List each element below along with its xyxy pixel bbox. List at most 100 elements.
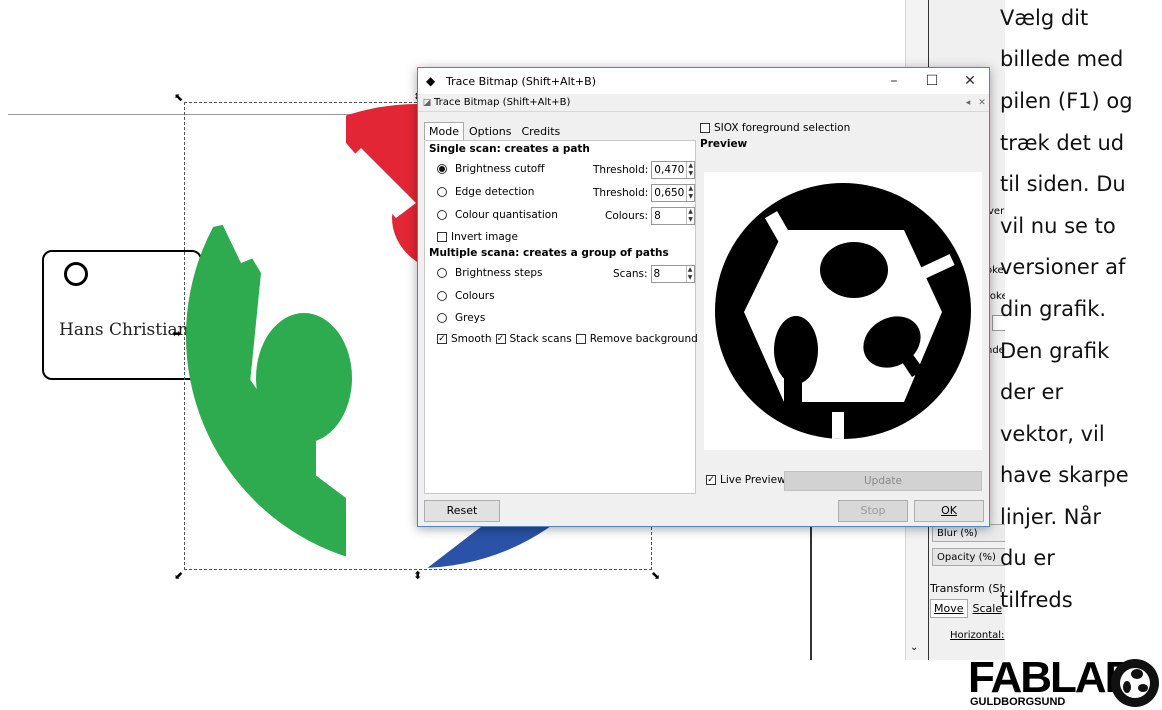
update-button[interactable]: Update xyxy=(784,471,982,491)
smooth-label: Smooth xyxy=(451,333,492,345)
threshold-2-value[interactable]: 0,650 xyxy=(652,187,686,199)
colours-control: Colours: 8 ▲ ▼ xyxy=(605,207,696,225)
instruction-line: pilen (F1) og xyxy=(1000,89,1133,113)
colours-option[interactable]: Colours xyxy=(437,290,495,302)
threshold-1-value[interactable]: 0,470 xyxy=(652,164,686,176)
reset-button[interactable]: Reset xyxy=(424,500,500,522)
spin-arrows-icon[interactable]: ▲ ▼ xyxy=(686,162,694,178)
brightness-cutoff-option[interactable]: Brightness cutoff xyxy=(437,163,544,175)
instruction-line: billede med xyxy=(1000,47,1124,71)
subbar-dialog-icon: ◪ xyxy=(422,97,432,108)
instruction-line: træk det ud xyxy=(1000,131,1125,155)
brightness-cutoff-radio[interactable] xyxy=(437,164,447,174)
brightness-cutoff-label: Brightness cutoff xyxy=(455,163,545,175)
colours-label: Colours: xyxy=(605,210,649,222)
remove-background-checkbox[interactable] xyxy=(575,334,586,344)
greys-radio[interactable] xyxy=(437,313,447,323)
remove-background-label: Remove background xyxy=(589,333,698,345)
dock-tab-move[interactable]: Move xyxy=(930,599,968,618)
colours-radio[interactable] xyxy=(437,291,447,301)
trace-bitmap-dialog: ◆ Trace Bitmap (Shift+Alt+B) – ☐ ✕ ◪ Tra… xyxy=(417,67,990,527)
fablab-logo-icon xyxy=(1111,659,1159,707)
tab-options[interactable]: Options xyxy=(464,122,516,140)
scale-handle-nw[interactable]: ⬉ xyxy=(174,92,183,103)
brightness-steps-option[interactable]: Brightness steps xyxy=(437,267,542,279)
multiple-scan-heading: Multiple scana: creates a group of paths xyxy=(429,247,669,259)
ok-button[interactable]: OK xyxy=(914,500,984,522)
colour-quantisation-label: Colour quantisation xyxy=(455,209,558,221)
scans-spinbox[interactable]: 8 ▲ ▼ xyxy=(650,265,695,283)
single-scan-heading: Single scan: creates a path xyxy=(429,143,590,155)
instruction-line: din grafik. xyxy=(1000,297,1107,321)
colour-quantisation-radio[interactable] xyxy=(437,210,447,220)
scale-handle-se[interactable]: ⬊ xyxy=(651,570,660,581)
dialog-subtitle: Trace Bitmap (Shift+Alt+B) xyxy=(434,97,571,108)
live-preview-label: Live Preview xyxy=(720,474,786,486)
instruction-line: vil nu se to xyxy=(1000,214,1116,238)
threshold-1-spinbox[interactable]: 0,470 ▲ ▼ xyxy=(651,161,696,179)
instruction-line: versioner af xyxy=(1000,255,1126,279)
spin-arrows-icon[interactable]: ▲ ▼ xyxy=(686,208,694,224)
dock-scroll-down-icon[interactable]: ⌄ xyxy=(910,642,918,653)
instruction-line: vektor, vil xyxy=(1000,422,1105,446)
fablab-brand: FABLAB GULDBORGSUND xyxy=(968,656,1162,710)
instruction-line: tilfreds xyxy=(1000,588,1073,612)
stack-scans-label: Stack scans xyxy=(509,333,572,345)
live-preview-option[interactable]: ✓ Live Preview xyxy=(706,474,786,486)
instruction-line: Vælg dit xyxy=(1000,6,1089,30)
spin-arrows-icon[interactable]: ▲ ▼ xyxy=(686,185,694,201)
scans-value[interactable]: 8 xyxy=(652,268,686,280)
live-preview-checkbox[interactable]: ✓ xyxy=(706,475,716,485)
subbar-collapse-icon[interactable]: ◂ xyxy=(961,98,975,108)
dialog-subbar: ◪ Trace Bitmap (Shift+Alt+B) ◂ ✕ xyxy=(418,94,989,112)
tab-credits[interactable]: Credits xyxy=(516,122,565,140)
dialog-title: Trace Bitmap (Shift+Alt+B) xyxy=(446,74,596,88)
threshold-2-label: Threshold: xyxy=(593,187,649,199)
subbar-close-icon[interactable]: ✕ xyxy=(975,98,989,108)
siox-label: SIOX foreground selection xyxy=(714,122,851,134)
edge-detection-option[interactable]: Edge detection xyxy=(437,186,534,198)
scale-handle-w[interactable]: ⬌ xyxy=(172,328,181,339)
brand-location: GULDBORGSUND xyxy=(970,696,1066,708)
greys-label: Greys xyxy=(455,312,486,324)
scale-handle-sw[interactable]: ⬋ xyxy=(174,570,183,581)
siox-checkbox[interactable] xyxy=(700,123,710,133)
invert-image-checkbox[interactable] xyxy=(437,232,447,242)
stack-scans-checkbox[interactable]: ✓ xyxy=(495,334,506,344)
nametag-hole xyxy=(64,262,88,286)
greys-option[interactable]: Greys xyxy=(437,312,485,324)
stop-button[interactable]: Stop xyxy=(838,500,908,522)
colour-quantisation-option[interactable]: Colour quantisation xyxy=(437,209,558,221)
dock-transform-title: Transform (Shift xyxy=(930,582,1005,595)
colours-spinbox[interactable]: 8 ▲ ▼ xyxy=(651,207,696,225)
maximize-button[interactable]: ☐ xyxy=(913,68,951,94)
edge-detection-radio[interactable] xyxy=(437,187,447,197)
dock-opacity-field[interactable]: Opacity (%) xyxy=(932,548,1005,566)
tab-mode[interactable]: Mode xyxy=(424,122,464,140)
scans-label: Scans: xyxy=(613,268,648,280)
instruction-line: have skarpe xyxy=(1000,463,1129,487)
dock-horizontal-label: Horizontal: xyxy=(950,630,1005,641)
invert-image-option[interactable]: Invert image xyxy=(437,231,518,243)
spin-arrows-icon[interactable]: ▲ ▼ xyxy=(685,266,694,282)
trace-options-pane: Mode Options Credits Single scan: create… xyxy=(424,122,698,494)
close-button[interactable]: ✕ xyxy=(951,68,989,94)
brightness-steps-label: Brightness steps xyxy=(455,267,543,279)
colours-value[interactable]: 8 xyxy=(652,210,686,222)
dock-transform-tabs: MoveScaleRo xyxy=(930,599,1005,618)
minimize-button[interactable]: – xyxy=(875,68,913,94)
smooth-checkbox[interactable]: ✓ xyxy=(437,334,447,344)
threshold-2-control: Threshold: 0,650 ▲ ▼ xyxy=(593,184,696,202)
nametag-object[interactable]: Hans Christian xyxy=(42,250,202,380)
invert-image-label: Invert image xyxy=(451,231,518,243)
scale-handle-s[interactable]: ⬍ xyxy=(413,570,422,581)
siox-option[interactable]: SIOX foreground selection xyxy=(700,122,850,134)
brightness-steps-radio[interactable] xyxy=(437,268,447,278)
inkscape-app-icon: ◆ xyxy=(426,74,436,88)
instruction-line: linjer. Når xyxy=(1000,505,1102,529)
instruction-line: der er xyxy=(1000,380,1064,404)
instruction-line: til siden. Du xyxy=(1000,172,1126,196)
dialog-titlebar[interactable]: ◆ Trace Bitmap (Shift+Alt+B) – ☐ ✕ xyxy=(418,68,989,94)
edge-detection-label: Edge detection xyxy=(455,186,535,198)
threshold-2-spinbox[interactable]: 0,650 ▲ ▼ xyxy=(651,184,696,202)
